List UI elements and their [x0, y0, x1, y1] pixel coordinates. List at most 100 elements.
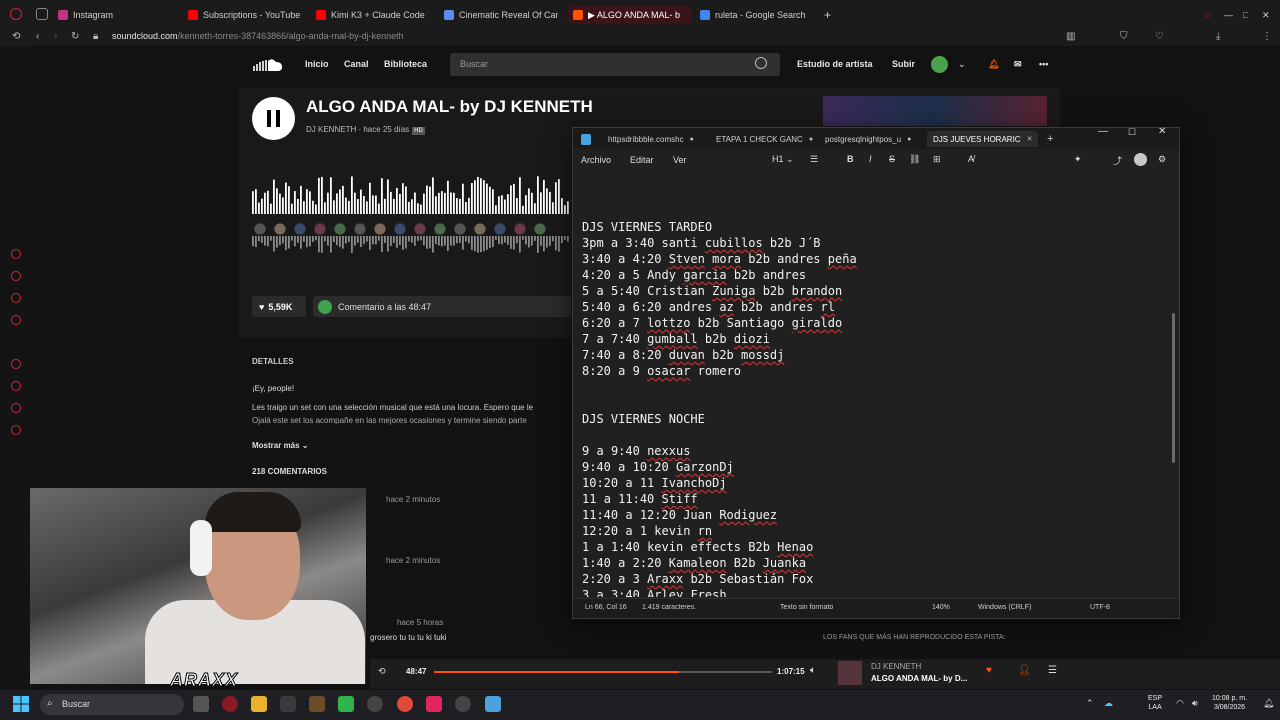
share-icon[interactable]: ⤴: [1113, 154, 1122, 167]
nav-biblioteca[interactable]: Biblioteca: [384, 59, 427, 69]
comment-input[interactable]: Comentario a las 48:47: [313, 296, 571, 317]
sidebar-app-icon[interactable]: [11, 359, 21, 369]
chrome-icon[interactable]: [397, 696, 413, 712]
reload-sidebar-icon[interactable]: ⟲: [12, 31, 20, 42]
task-view-icon[interactable]: [193, 696, 209, 712]
new-tab-button[interactable]: +: [824, 6, 831, 24]
tab-youtube-kimi[interactable]: Kimi K3 + Claude Code = I: [316, 6, 428, 24]
copilot-icon[interactable]: ✦: [1074, 154, 1082, 165]
sidebar-app-icon[interactable]: [11, 315, 21, 325]
comment-avatar[interactable]: [333, 222, 347, 236]
close-button[interactable]: ✕: [1262, 6, 1270, 24]
notepad-tab[interactable]: postgresqlnightpos_u ●: [825, 131, 911, 147]
scrollbar[interactable]: [1172, 313, 1175, 463]
menu-archivo[interactable]: Archivo: [581, 155, 611, 165]
show-more-link[interactable]: Mostrar más ⌄: [252, 441, 309, 450]
nav-upload[interactable]: Subir: [892, 59, 915, 69]
minimize-button[interactable]: —: [1098, 126, 1108, 137]
waveform[interactable]: [252, 174, 572, 254]
split-icon[interactable]: ▥: [1066, 31, 1075, 42]
url-field[interactable]: soundcloud.com/kenneth-torres-387463866/…: [112, 31, 404, 41]
follow-icon[interactable]: 👤︎: [1018, 665, 1031, 676]
tab-google-search[interactable]: ruleta - Google Search: [700, 6, 806, 24]
sidebar-app-icon[interactable]: [11, 381, 21, 391]
notepad-tab[interactable]: ETAPA 1 CHECK GANC ●: [716, 131, 813, 147]
notepad-editor[interactable]: DJS VIERNES TARDEO 3pm a 3:40 santi cubil…: [582, 219, 1167, 597]
download-icon[interactable]: ⤓: [1216, 31, 1220, 42]
clear-format-icon[interactable]: A̸: [968, 154, 974, 164]
whatsapp-icon[interactable]: [338, 696, 354, 712]
sidebar-app-icon[interactable]: [11, 249, 21, 259]
notepad-taskbar-icon[interactable]: [485, 696, 501, 712]
heading-dropdown[interactable]: H1 ⌄: [772, 154, 794, 165]
link-icon[interactable]: ⛓: [909, 154, 920, 165]
artist-link[interactable]: DJ KENNETH: [306, 125, 356, 134]
wifi-icon[interactable]: ◠: [1176, 698, 1184, 709]
tab-sidebar-icon[interactable]: [36, 8, 48, 20]
bold-icon[interactable]: B: [847, 154, 854, 164]
zoom-level[interactable]: 140%: [932, 604, 950, 611]
volume-icon[interactable]: 🔈︎: [810, 665, 816, 676]
sidebar-app-icon[interactable]: [11, 271, 21, 281]
now-playing-artist[interactable]: DJ KENNETH: [871, 662, 921, 671]
settings-icon[interactable]: [11, 425, 21, 435]
search-icon[interactable]: ○: [1205, 6, 1210, 24]
windows-start-icon[interactable]: [13, 696, 29, 712]
tab-cinematic[interactable]: Cinematic Reveal Of Carto: [444, 6, 558, 24]
obs-icon[interactable]: [367, 696, 383, 712]
close-button[interactable]: ✕: [1158, 126, 1166, 137]
search-input[interactable]: [450, 53, 780, 76]
settings-icon[interactable]: ⚙: [1158, 154, 1166, 165]
clock[interactable]: 10:08 p. m. 3/08/2026: [1212, 694, 1247, 712]
text-format[interactable]: Texto sin formato: [780, 604, 833, 611]
comment-avatar[interactable]: [273, 222, 287, 236]
queue-icon[interactable]: ☰: [1048, 665, 1057, 676]
nav-canal[interactable]: Canal: [344, 59, 369, 69]
back-icon[interactable]: ‹: [36, 31, 39, 42]
reload-icon[interactable]: ↻: [71, 31, 79, 42]
notifications-icon[interactable]: 🔔︎: [988, 59, 999, 70]
italic-icon[interactable]: I: [869, 154, 872, 164]
comment-avatar[interactable]: [413, 222, 427, 236]
volume-icon[interactable]: 🔊︎: [1192, 698, 1198, 709]
chevron-down-icon[interactable]: ⌄: [958, 59, 966, 70]
comment-avatar[interactable]: [293, 222, 307, 236]
maximize-button[interactable]: ☐: [1128, 127, 1136, 138]
comment-avatar[interactable]: [453, 222, 467, 236]
account-icon[interactable]: [1134, 153, 1147, 166]
table-icon[interactable]: ⊞: [933, 154, 941, 165]
soundcloud-logo-icon[interactable]: [252, 57, 284, 73]
new-tab-button[interactable]: +: [1047, 131, 1053, 147]
list-icon[interactable]: ☰: [810, 154, 818, 165]
menu-icon[interactable]: ⋮: [1262, 31, 1272, 42]
tray-app-icon[interactable]: ☁: [1104, 698, 1113, 709]
like-icon[interactable]: ♥: [986, 665, 992, 676]
notepad-tab[interactable]: httpsdribbble.comshc ●: [608, 131, 694, 147]
more-icon[interactable]: •••: [1039, 59, 1048, 69]
strikethrough-icon[interactable]: S: [889, 154, 895, 164]
forward-icon[interactable]: ›: [54, 31, 57, 42]
notifications-icon[interactable]: 🔔︎: [1263, 698, 1274, 709]
repeat-icon[interactable]: ⟲: [378, 666, 386, 677]
nav-inicio[interactable]: Inicio: [305, 59, 329, 69]
maximize-button[interactable]: □: [1243, 6, 1248, 24]
store-icon[interactable]: [280, 696, 296, 712]
shield-icon[interactable]: ⛉: [1120, 31, 1128, 42]
comment-avatar[interactable]: [373, 222, 387, 236]
minimize-button[interactable]: —: [1224, 6, 1233, 24]
encoding[interactable]: UTF-8: [1090, 604, 1110, 611]
comment-avatar[interactable]: [493, 222, 507, 236]
media-player-icon[interactable]: [455, 696, 471, 712]
notepad-tab-active[interactable]: DJS JUEVES HORARIC ✕: [927, 131, 1039, 147]
like-button[interactable]: ♥ 5,59K: [252, 296, 306, 317]
comment-avatar[interactable]: [473, 222, 487, 236]
comment-avatar[interactable]: [353, 222, 367, 236]
now-playing-title[interactable]: ALGO ANDA MAL- by D...: [871, 674, 967, 683]
app-icon[interactable]: [309, 696, 325, 712]
now-playing-artwork[interactable]: [838, 661, 862, 685]
comment-avatar[interactable]: [513, 222, 527, 236]
tiktok-icon[interactable]: [426, 696, 442, 712]
menu-editar[interactable]: Editar: [630, 155, 654, 165]
line-ending[interactable]: Windows (CRLF): [978, 604, 1031, 611]
comment-avatar[interactable]: [393, 222, 407, 236]
